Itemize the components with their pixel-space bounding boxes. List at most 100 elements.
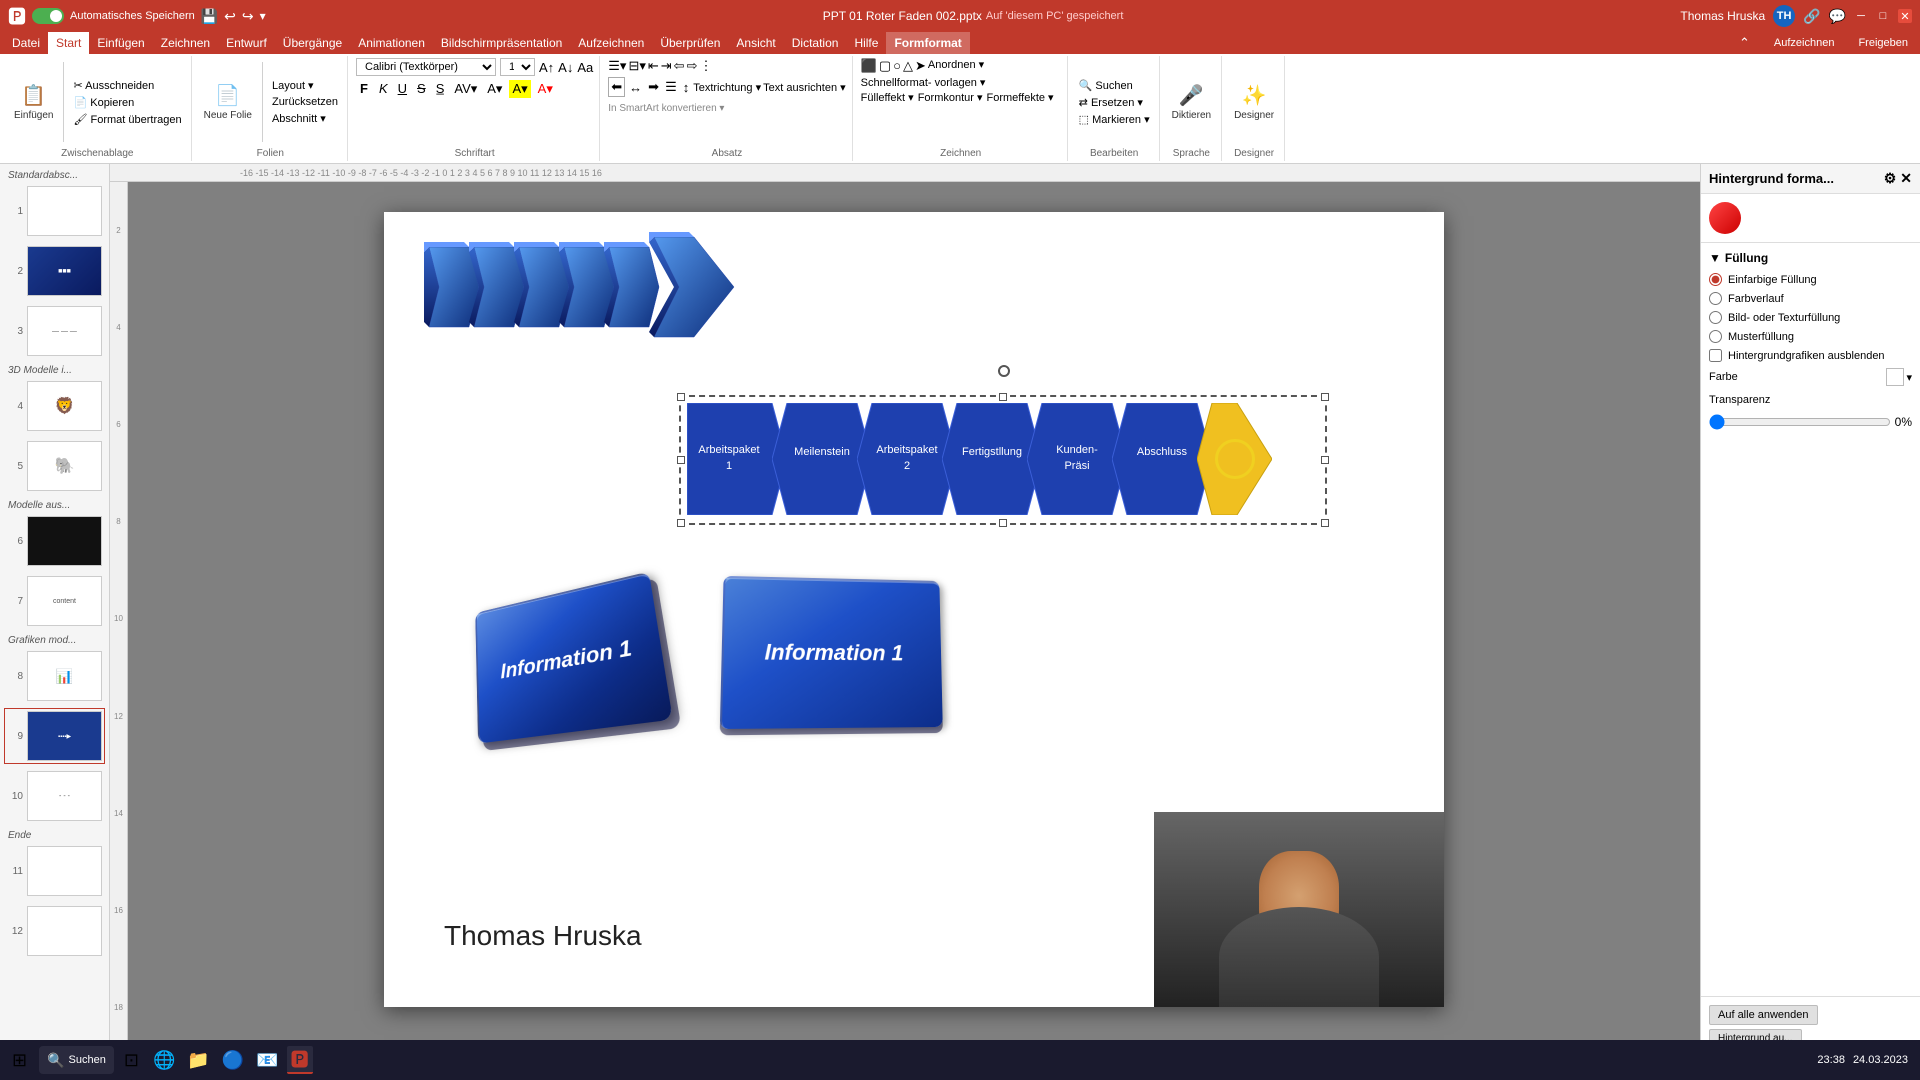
slide-item-8[interactable]: 8 📊 <box>4 648 105 704</box>
shape-rounded-btn[interactable]: ▢ <box>879 58 891 74</box>
handle-bm[interactable] <box>999 519 1007 527</box>
minimize-btn[interactable]: ─ <box>1854 9 1868 23</box>
bold-btn[interactable]: F <box>356 79 372 98</box>
transparenz-slider[interactable] <box>1709 414 1891 430</box>
radio-farbverlauf[interactable] <box>1709 292 1722 305</box>
font-size-select[interactable]: 12 <box>500 58 535 76</box>
right-panel-close-icon[interactable]: ✕ <box>1900 170 1912 187</box>
edge-icon[interactable]: 🌐 <box>149 1050 179 1071</box>
rotate-handle[interactable] <box>998 365 1010 377</box>
canvas-area[interactable]: Arbeitspaket 1 Meilenstein <box>128 182 1700 1056</box>
list-unordered-btn[interactable]: ☰▾ <box>608 58 626 74</box>
slide-item-9[interactable]: 9 ▪▪▪▪▶ <box>4 708 105 764</box>
menu-bildschirm[interactable]: Bildschirmpräsentation <box>433 32 570 54</box>
menu-ueberpruefen[interactable]: Überprüfen <box>652 32 728 54</box>
font-family-select[interactable]: Calibri (Textkörper) <box>356 58 496 76</box>
char-spacing-btn[interactable]: AV▾ <box>451 80 480 98</box>
text-align-btn[interactable]: Text ausrichten ▾ <box>763 81 846 94</box>
start-menu-icon[interactable]: ⊞ <box>4 1050 35 1071</box>
slide-item-11[interactable]: 11 <box>4 843 105 899</box>
close-btn[interactable]: ✕ <box>1898 9 1912 23</box>
abschnitt-btn[interactable]: Abschnitt ▾ <box>269 111 341 126</box>
menu-aufzeichnen[interactable]: Aufzeichnen <box>570 32 652 54</box>
underline-btn[interactable]: U <box>395 80 410 97</box>
radio-muster[interactable] <box>1709 330 1722 343</box>
strikethrough-btn[interactable]: S <box>414 80 429 97</box>
search-taskbar-icon[interactable]: 🔍 Suchen <box>39 1046 114 1074</box>
indent-increase-btn[interactable]: ⇥ <box>661 58 672 74</box>
menu-animationen[interactable]: Animationen <box>350 32 433 54</box>
slide-canvas[interactable]: Arbeitspaket 1 Meilenstein <box>384 212 1444 1007</box>
shape-rect-btn[interactable]: ⬛ <box>861 58 877 74</box>
slide-item-1[interactable]: 1 <box>4 183 105 239</box>
menu-formformat[interactable]: Formformat <box>886 32 969 54</box>
info-block-tilted[interactable]: Information 1 <box>464 587 659 732</box>
ersetzen-btn[interactable]: ⇄ Ersetzen ▾ <box>1076 95 1153 110</box>
slide-item-2[interactable]: 2 ■■■ <box>4 243 105 299</box>
right-panel-settings-icon[interactable]: ⚙ <box>1884 170 1897 187</box>
section-header-fuellung[interactable]: ▼ Füllung <box>1709 251 1912 265</box>
shape-arrow-btn[interactable]: ➤ <box>915 58 926 74</box>
quick-styles-btn[interactable]: Schnellformat- vorlagen ▾ <box>861 76 986 89</box>
radio-bild[interactable] <box>1709 311 1722 324</box>
italic-btn[interactable]: K <box>376 80 391 97</box>
chrome-icon[interactable]: 🔵 <box>218 1050 248 1071</box>
zuruecksetzen-btn[interactable]: Zurücksetzen <box>269 95 341 109</box>
handle-tm[interactable] <box>999 393 1007 401</box>
checkbox-hintergrund[interactable] <box>1709 349 1722 362</box>
handle-mr[interactable] <box>1321 456 1329 464</box>
align-left-btn[interactable]: ⬅ <box>608 77 625 97</box>
align-right-btn[interactable]: ➡ <box>646 78 661 96</box>
freigeben-btn[interactable]: Freigeben <box>1850 32 1916 54</box>
suchen-btn[interactable]: 🔍 Suchen <box>1076 78 1153 93</box>
apply-all-btn[interactable]: Auf alle anwenden <box>1709 1005 1818 1025</box>
ribbon-collapse-icon[interactable]: ⌃ <box>1731 32 1758 54</box>
arrange-btn[interactable]: Anordnen ▾ <box>928 58 984 74</box>
handle-br[interactable] <box>1321 519 1329 527</box>
undo-icon[interactable]: ↩ <box>224 8 236 25</box>
neue-folie-btn[interactable]: 📄 Neue Folie <box>200 81 256 123</box>
maximize-btn[interactable]: □ <box>1876 9 1890 23</box>
save-icon[interactable]: 💾 <box>201 8 218 25</box>
layout-btn[interactable]: Layout ▾ <box>269 78 341 93</box>
font-color-btn[interactable]: A▾ <box>484 80 505 98</box>
slide-item-10[interactable]: 10 - - - <box>4 768 105 824</box>
slide-item-12[interactable]: 12 <box>4 903 105 959</box>
increase-size-btn[interactable]: A↑ <box>539 60 554 75</box>
redo-icon[interactable]: ↪ <box>242 8 254 25</box>
text-direction-btn[interactable]: Textrichtung ▾ <box>693 81 761 94</box>
color-picker-swatch[interactable] <box>1709 202 1741 234</box>
format-btn[interactable]: 🖌 Format übertragen <box>70 112 184 127</box>
highlight-btn[interactable]: A▾ <box>509 80 530 98</box>
slide-item-4[interactable]: 4 🦁 <box>4 378 105 434</box>
justify-btn[interactable]: ☰ <box>663 78 679 96</box>
shadow-btn[interactable]: S̲ <box>433 80 448 97</box>
smartart-btn[interactable]: In SmartArt konvertieren ▾ <box>608 103 724 114</box>
align-center-btn[interactable]: ↔ <box>627 79 644 96</box>
markieren-btn[interactable]: ⬚ Markieren ▾ <box>1076 112 1153 127</box>
more-icon[interactable]: ▾ <box>260 9 266 23</box>
ltr-btn[interactable]: ⇨ <box>687 58 698 74</box>
kopieren-btn[interactable]: 📄 Kopieren <box>70 95 184 110</box>
menu-einfuegen[interactable]: Einfügen <box>89 32 152 54</box>
einfuegen-btn[interactable]: 📋 Einfügen <box>10 81 57 123</box>
menu-hilfe[interactable]: Hilfe <box>846 32 886 54</box>
slide-item-3[interactable]: 3 — — — <box>4 303 105 359</box>
indent-decrease-btn[interactable]: ⇤ <box>648 58 659 74</box>
outline-btn[interactable]: Formkontur ▾ <box>918 91 983 104</box>
slide-item-6[interactable]: 6 <box>4 513 105 569</box>
designer-btn[interactable]: ✨ Designer <box>1230 81 1278 123</box>
menu-start[interactable]: Start <box>48 32 89 54</box>
farbe-dropdown-icon[interactable]: ▾ <box>1906 371 1912 384</box>
fill-effect-btn[interactable]: Fülleffekt ▾ <box>861 91 914 104</box>
slide-item-5[interactable]: 5 🐘 <box>4 438 105 494</box>
process-flow-container[interactable]: Arbeitspaket 1 Meilenstein <box>679 395 1329 560</box>
taskview-icon[interactable]: ⊡ <box>118 1050 145 1071</box>
farbe-color-btn[interactable] <box>1886 368 1904 386</box>
rtl-btn[interactable]: ⇦ <box>674 58 685 74</box>
radio-einfache[interactable] <box>1709 273 1722 286</box>
powerpoint-taskbar-icon[interactable]: 🅿 <box>287 1046 313 1074</box>
menu-datei[interactable]: Datei <box>4 32 48 54</box>
outlook-icon[interactable]: 📧 <box>252 1050 282 1071</box>
diktieren-btn[interactable]: 🎤 Diktieren <box>1168 81 1215 123</box>
